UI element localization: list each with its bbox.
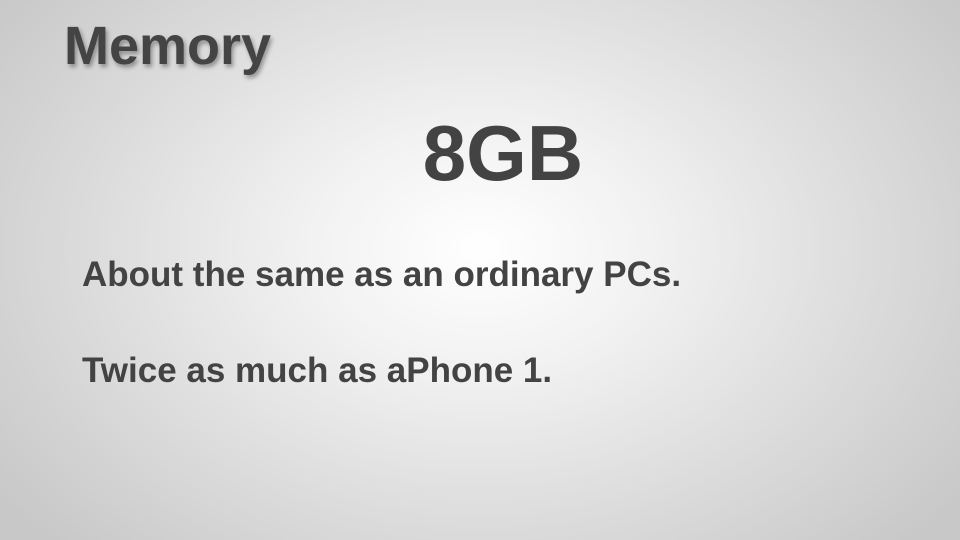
memory-size-headline: 8GB (422, 109, 584, 197)
slide-title: Memory (64, 16, 272, 76)
body-text-line: Twice as much as aPhone 1. (82, 351, 553, 390)
body-text-line: About the same as an ordinary PCs. (82, 255, 682, 294)
slide: Memory 8GB About the same as an ordinary… (0, 0, 960, 540)
